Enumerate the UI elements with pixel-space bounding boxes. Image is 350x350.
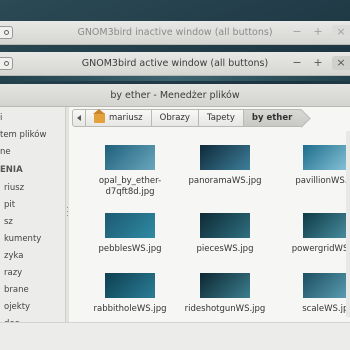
- image-thumbnail: [200, 273, 250, 298]
- minimize-button[interactable]: −: [290, 56, 304, 70]
- file-name: scaleWS.jpg: [302, 304, 350, 314]
- sidebar-bookmark[interactable]: razy: [4, 268, 22, 278]
- breadcrumb-label: mariusz: [109, 113, 143, 123]
- minimize-button[interactable]: −: [290, 25, 304, 39]
- file-item[interactable]: piecesWS.jpg: [170, 213, 280, 255]
- sidebar-item-home[interactable]: ne: [0, 147, 11, 157]
- sidebar-bookmark[interactable]: pit: [4, 200, 15, 210]
- file-item[interactable]: powergridWS.jpg: [273, 213, 350, 255]
- breadcrumb: mariusz Obrazy Tapety by ether: [72, 109, 302, 127]
- sidebar-section-header: ENIA: [0, 165, 23, 175]
- status-bar: [0, 322, 350, 350]
- pane-resize-handle[interactable]: [66, 107, 69, 322]
- image-thumbnail: [303, 213, 350, 238]
- image-thumbnail: [105, 213, 155, 238]
- active-window-titlebar[interactable]: GNOM3bird active window (all buttons) − …: [0, 52, 350, 76]
- window-title: by ether - Menedżer plików: [110, 89, 240, 101]
- breadcrumb-item-current[interactable]: by ether: [242, 109, 302, 127]
- file-manager-window: i tem plików ne ENIA riusz pit sz kument…: [0, 107, 350, 350]
- close-button[interactable]: ×: [332, 25, 350, 39]
- maximize-button[interactable]: +: [311, 56, 325, 70]
- breadcrumb-item[interactable]: Obrazy: [150, 109, 199, 127]
- sidebar-bookmark[interactable]: brane: [4, 285, 29, 295]
- breadcrumb-label: Obrazy: [159, 113, 190, 123]
- image-thumbnail: [105, 273, 155, 298]
- sidebar-bookmark[interactable]: kumenty: [4, 234, 41, 244]
- breadcrumb-label: Tapety: [206, 113, 235, 123]
- breadcrumb-item[interactable]: Tapety: [197, 109, 244, 127]
- file-item[interactable]: rabbitholeWS.jpg: [75, 273, 185, 315]
- file-item[interactable]: panoramaWS.jpg: [170, 145, 280, 187]
- file-name: rabbitholeWS.jpg: [93, 304, 167, 314]
- file-name: pebblesWS.jpg: [98, 244, 162, 254]
- file-name: panoramaWS.jpg: [188, 176, 262, 186]
- file-name: powergridWS.jpg: [291, 244, 350, 254]
- file-name: pavillionWS.jpg: [295, 176, 350, 186]
- sidebar-bookmark[interactable]: ojekty: [4, 302, 30, 312]
- sidebar-item-filesystem[interactable]: tem plików: [0, 130, 46, 140]
- file-name: rideshotgunWS.jpg: [184, 304, 266, 314]
- breadcrumb-item-home[interactable]: mariusz: [85, 109, 152, 127]
- sidebar-item[interactable]: i: [0, 113, 2, 123]
- file-item[interactable]: rideshotgunWS.jpg: [170, 273, 280, 315]
- file-manager-titlebar[interactable]: by ether - Menedżer plików: [0, 84, 350, 107]
- home-folder-icon: [93, 109, 105, 123]
- image-thumbnail: [200, 145, 250, 170]
- image-thumbnail: [303, 145, 350, 170]
- sidebar-bookmark[interactable]: riusz: [4, 183, 24, 193]
- image-thumbnail: [303, 273, 350, 298]
- sidebar: i tem plików ne ENIA riusz pit sz kument…: [0, 107, 66, 329]
- image-thumbnail: [200, 213, 250, 238]
- file-item[interactable]: pavillionWS.jpg: [273, 145, 350, 187]
- file-item[interactable]: opal_by_ether- d7qft8d.jpg: [75, 145, 185, 198]
- sidebar-bookmark[interactable]: sz: [4, 217, 13, 227]
- close-button[interactable]: ×: [332, 56, 350, 70]
- breadcrumb-scroll-left-button[interactable]: [72, 109, 86, 127]
- inactive-window-titlebar[interactable]: GNOM3bird inactive window (all buttons) …: [0, 21, 350, 45]
- arrow-left-icon: [77, 115, 81, 121]
- file-grid: opal_by_ether- d7qft8d.jpg panoramaWS.jp…: [75, 137, 350, 327]
- file-item[interactable]: pebblesWS.jpg: [75, 213, 185, 255]
- file-item[interactable]: scaleWS.jpg: [273, 273, 350, 315]
- file-name: piecesWS.jpg: [196, 244, 254, 254]
- vertical-scrollbar[interactable]: [346, 131, 350, 317]
- maximize-button[interactable]: +: [311, 25, 325, 39]
- sidebar-bookmark[interactable]: zyka: [4, 251, 23, 261]
- image-thumbnail: [105, 145, 155, 170]
- file-name: opal_by_ether- d7qft8d.jpg: [98, 176, 162, 197]
- breadcrumb-label: by ether: [251, 113, 293, 123]
